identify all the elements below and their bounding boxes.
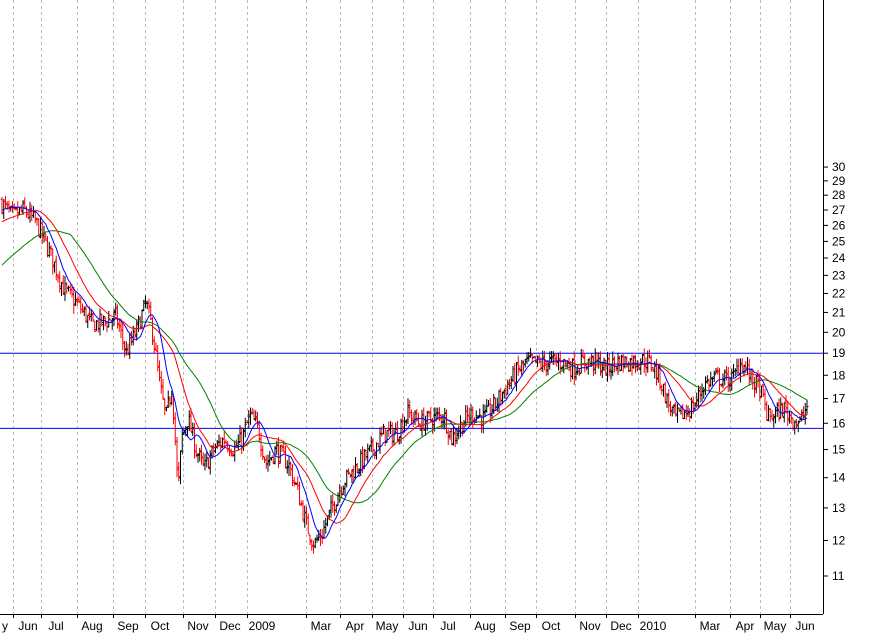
x-tick-label: Mar [700,619,721,633]
y-tick-label: 13 [832,501,846,515]
x-tick-label: Sep [509,619,531,633]
y-tick-label: 18 [832,368,846,382]
y-tick-label: 29 [832,174,846,188]
stock-chart: 11 12 13 14 15 16 17 18 19 20 21 22 23 24 25 2627282930… [0,0,876,635]
x-tick-label: Jun [18,619,37,633]
x-tick-label: Oct [542,619,561,633]
x-tick-label: y [2,619,8,633]
y-tick-label: 25 [832,234,846,248]
y-tick-label: 24 [832,251,846,265]
y-tick-label: 22 [832,286,846,300]
chart-background [0,0,876,635]
y-tick-label: 19 [832,346,846,360]
y-tick-label: 14 [832,471,846,485]
x-tick-label: Apr [736,619,755,633]
y-tick-label: 11 [832,569,845,583]
y-tick-label: 27 [832,203,846,217]
x-tick-label: 2009 [249,619,276,633]
x-tick-label: 2010 [640,619,667,633]
x-tick-label: Oct [151,619,170,633]
x-tick-label: Nov [579,619,600,633]
x-tick-label: Aug [474,619,495,633]
y-tick-label: 28 [832,188,846,202]
x-tick-label: Nov [187,619,208,633]
x-tick-label: May [764,619,787,633]
y-tick-label: 20 [832,325,846,339]
x-tick-label: Mar [311,619,332,633]
x-tick-label: Jul [440,619,455,633]
x-tick-label: Jun [795,619,814,633]
y-tick-label: 16 [832,416,846,430]
y-tick-label: 15 [832,443,846,457]
y-tick-label: 21 [832,305,846,319]
y-tick-label: 23 [832,268,846,282]
x-tick-label: Aug [81,619,102,633]
y-tick-label: 26 [832,218,846,232]
x-tick-label: Apr [346,619,365,633]
x-tick-label: Dec [219,619,240,633]
x-tick-label: Jul [48,619,63,633]
y-tick-label: 30 [832,160,846,174]
x-tick-label: May [376,619,399,633]
y-tick-label: 17 [832,392,846,406]
x-tick-label: Jun [408,619,427,633]
y-tick-label: 12 [832,534,846,548]
x-tick-label: Dec [610,619,631,633]
x-tick-label: Sep [117,619,139,633]
